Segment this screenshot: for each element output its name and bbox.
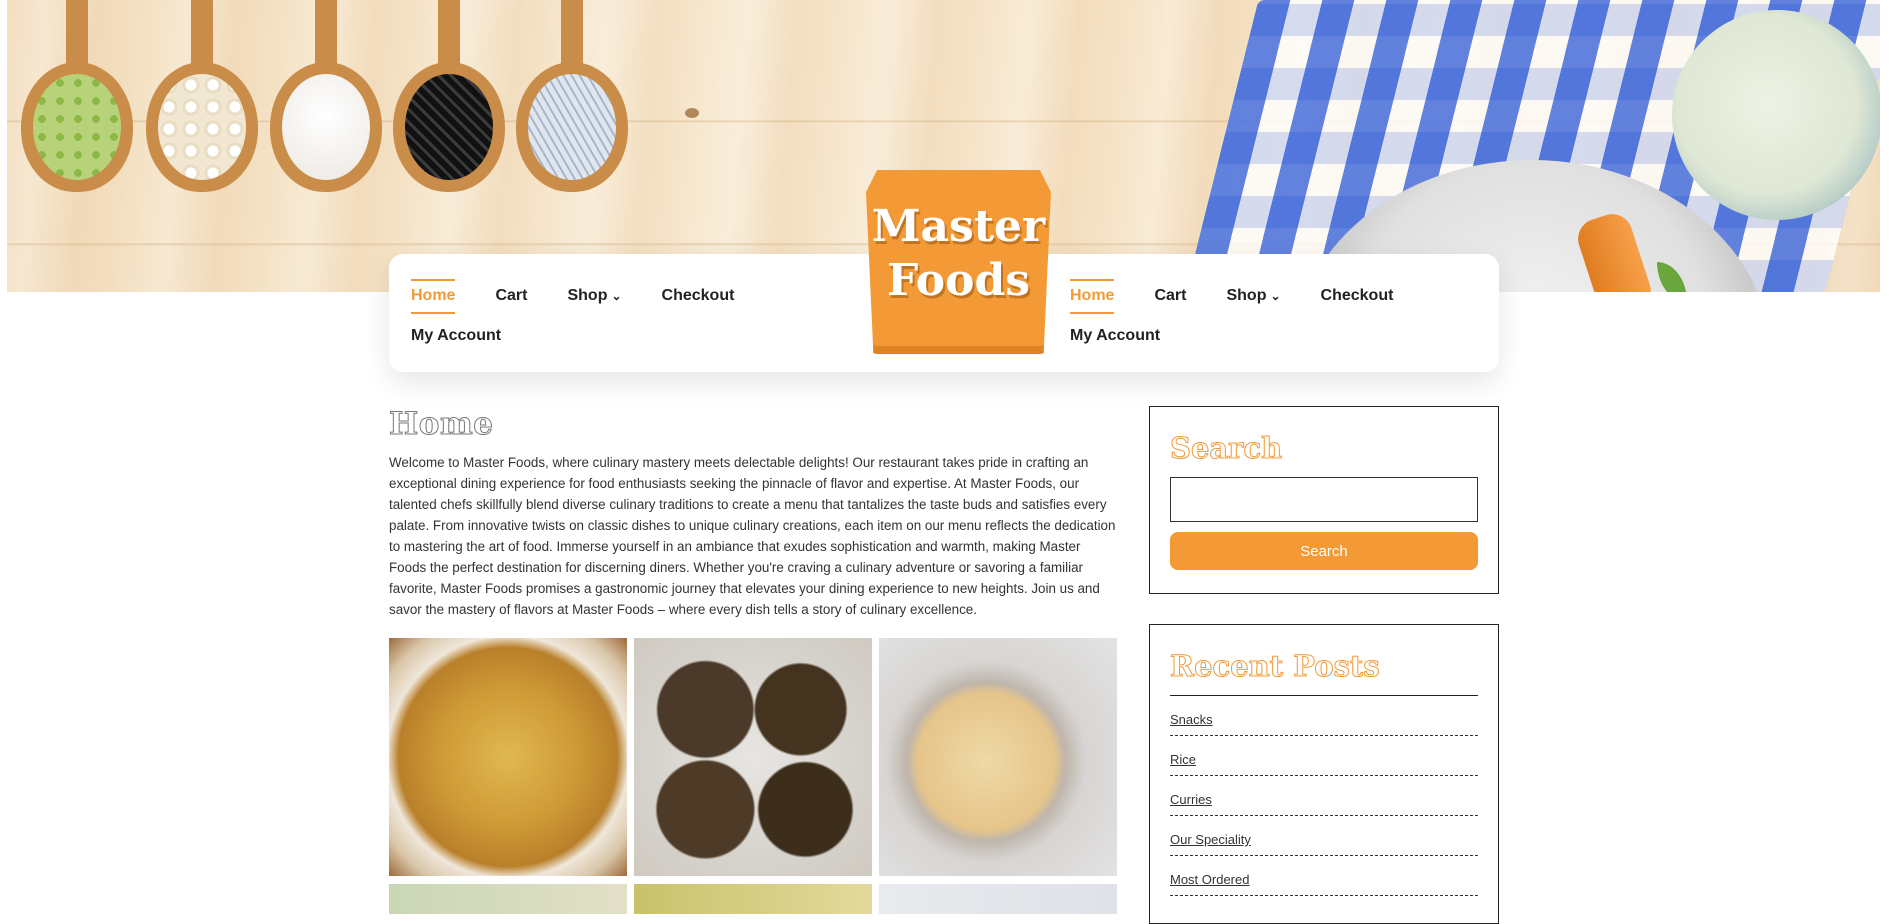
glass-image xyxy=(1672,10,1880,220)
spoon-pasta-image xyxy=(146,0,258,195)
spoon-flour-image xyxy=(270,0,382,195)
chevron-down-icon: ⌄ xyxy=(611,289,622,303)
search-input[interactable] xyxy=(1170,477,1478,522)
primary-nav-right: Home Cart Shop ⌄ Checkout My Account xyxy=(1070,276,1410,356)
recent-posts-widget: Recent Posts Snacks Rice Curries Our Spe… xyxy=(1149,624,1499,924)
nav-left-my-account[interactable]: My Account xyxy=(411,327,501,345)
page-title: Home xyxy=(389,406,494,443)
nav-right-checkout[interactable]: Checkout xyxy=(1321,287,1394,305)
gallery-image-biryani[interactable] xyxy=(389,638,627,876)
main-content: Home Welcome to Master Foods, where culi… xyxy=(389,406,1119,914)
site-logo[interactable]: Master Foods xyxy=(866,170,1051,354)
nav-right-shop[interactable]: Shop ⌄ xyxy=(1226,287,1280,305)
gallery-image-kebabs[interactable] xyxy=(634,638,872,876)
recent-post-link[interactable]: Our Speciality xyxy=(1170,832,1251,847)
logo-line-1: Master xyxy=(871,201,1046,252)
nav-left-shop[interactable]: Shop ⌄ xyxy=(567,287,621,305)
logo-line-2: Foods xyxy=(886,255,1031,306)
nav-left-cart[interactable]: Cart xyxy=(495,287,527,305)
list-item: Snacks xyxy=(1170,696,1478,736)
spoon-rice-image xyxy=(516,0,628,195)
gallery-image-pulao[interactable] xyxy=(879,638,1117,876)
logo-text: Master Foods xyxy=(866,200,1051,308)
recent-post-link[interactable]: Most Ordered xyxy=(1170,872,1249,887)
recent-post-link[interactable]: Curries xyxy=(1170,792,1212,807)
gallery-image-row2-1[interactable] xyxy=(389,884,627,914)
list-item: Our Speciality xyxy=(1170,816,1478,856)
recent-post-link[interactable]: Rice xyxy=(1170,752,1196,767)
gallery-image-row2-2[interactable] xyxy=(634,884,872,914)
recent-posts-title: Recent Posts xyxy=(1170,649,1381,684)
nav-left-checkout[interactable]: Checkout xyxy=(662,287,735,305)
list-item: Most Ordered xyxy=(1170,856,1478,896)
search-button[interactable]: Search xyxy=(1170,532,1478,570)
list-item: Curries xyxy=(1170,776,1478,816)
gallery-image-row2-3[interactable] xyxy=(879,884,1117,914)
nav-right-shop-label: Shop xyxy=(1226,287,1267,304)
recent-post-link[interactable]: Snacks xyxy=(1170,712,1213,727)
intro-paragraph: Welcome to Master Foods, where culinary … xyxy=(389,455,1116,617)
nav-right-my-account[interactable]: My Account xyxy=(1070,327,1160,345)
nav-right-home[interactable]: Home xyxy=(1070,279,1115,314)
nav-left-home[interactable]: Home xyxy=(411,279,456,314)
search-widget-title: Search xyxy=(1170,431,1283,466)
wood-knot-decoration xyxy=(685,108,699,118)
spoon-black-beans-image xyxy=(393,0,505,195)
list-item: Rice xyxy=(1170,736,1478,776)
chevron-down-icon: ⌄ xyxy=(1270,289,1281,303)
nav-right-cart[interactable]: Cart xyxy=(1154,287,1186,305)
primary-nav-left: Home Cart Shop ⌄ Checkout My Account xyxy=(411,276,751,356)
search-widget: Search Search xyxy=(1149,406,1499,594)
nav-left-shop-label: Shop xyxy=(567,287,608,304)
recent-posts-list: Snacks Rice Curries Our Speciality Most … xyxy=(1170,696,1478,896)
spoon-peas-image xyxy=(21,0,133,195)
